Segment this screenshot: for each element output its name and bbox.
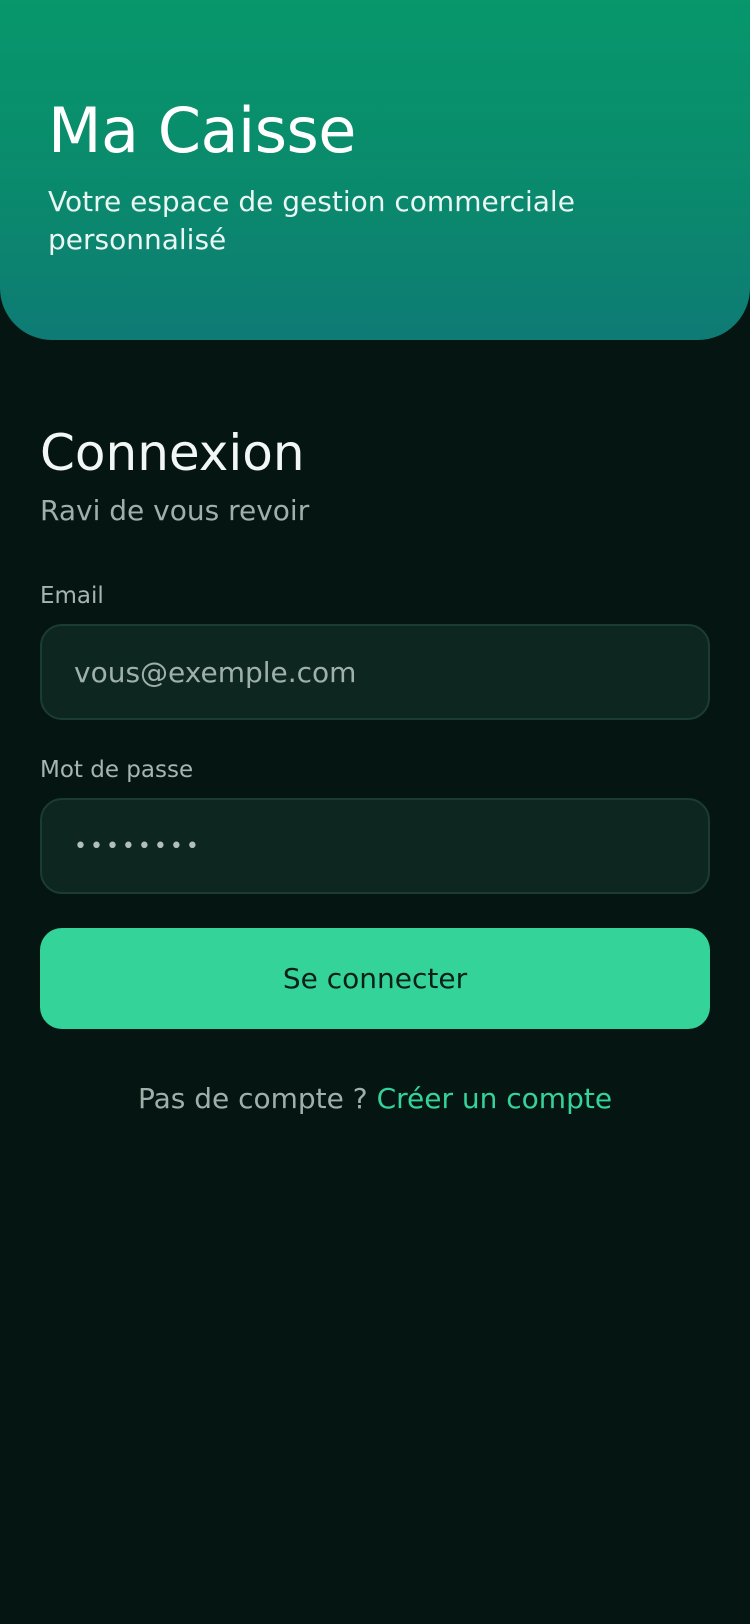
login-title: Connexion (40, 424, 305, 482)
app-subtitle: Votre espace de gestion commerciale pers… (48, 185, 575, 256)
password-input[interactable] (40, 798, 710, 894)
password-label: Mot de passe (40, 757, 194, 783)
create-account-link[interactable]: Créer un compte (377, 1082, 612, 1115)
signup-prompt: Pas de compte ? (137, 1082, 368, 1115)
app-header: Ma Caisse Votre espace de gestion commer… (0, 0, 750, 340)
signup-row: Pas de compte ? Créer un compte (0, 1080, 750, 1118)
email-input[interactable] (40, 624, 710, 720)
login-button[interactable]: Se connecter (40, 928, 710, 1029)
login-subtitle: Ravi de vous revoir (40, 494, 310, 527)
email-label: Email (40, 583, 104, 609)
app-title: Ma Caisse (48, 94, 356, 167)
